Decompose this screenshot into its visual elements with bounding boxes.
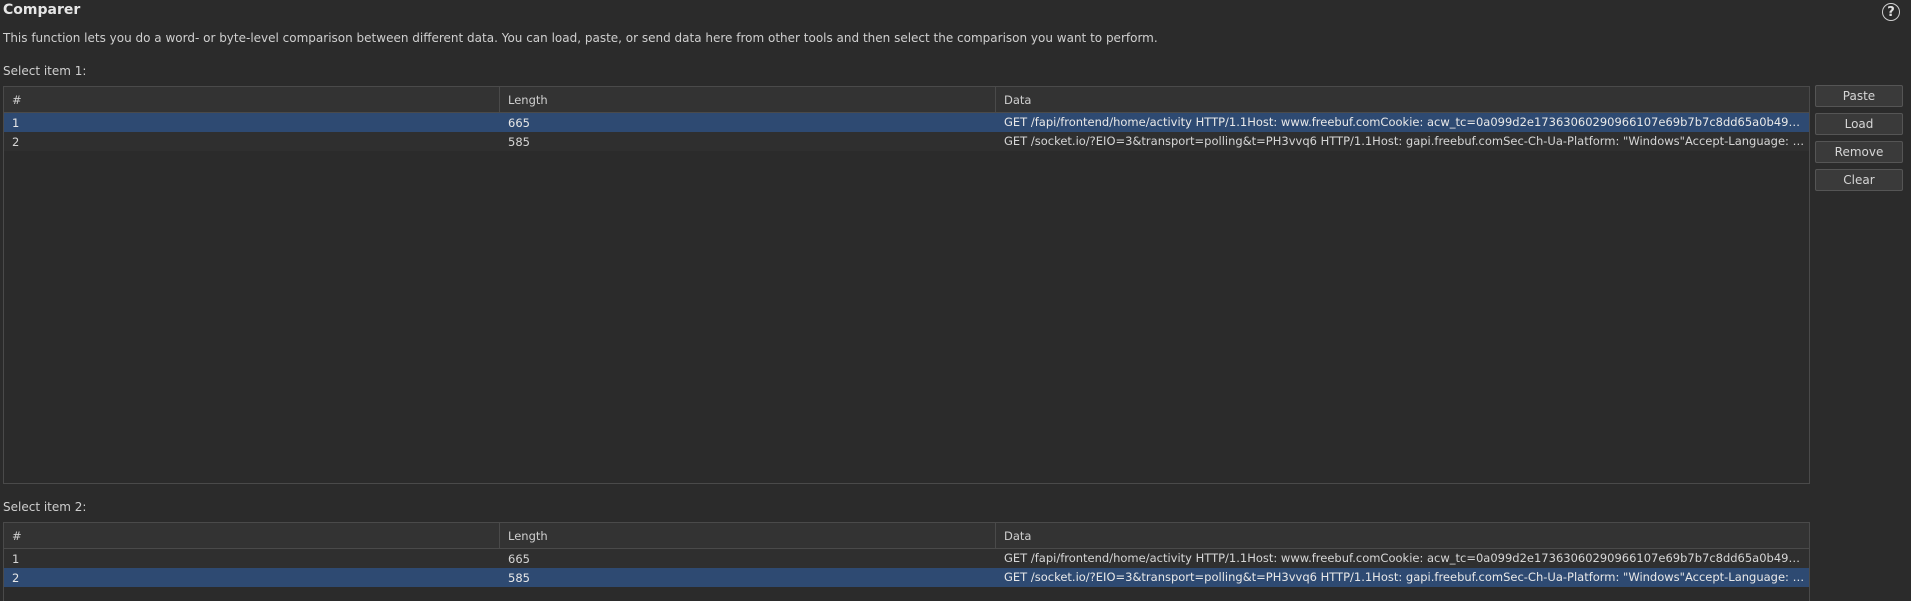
paste-button[interactable]: Paste [1815, 85, 1903, 107]
column-header-number[interactable]: # [4, 523, 500, 548]
table-row[interactable]: 1 665 GET /fapi/frontend/home/activity H… [4, 113, 1809, 132]
cell-number: 1 [12, 115, 20, 130]
column-header-length[interactable]: Length [500, 87, 996, 112]
cell-data: GET /socket.io/?EIO=3&transport=polling&… [1004, 134, 1809, 148]
table-row[interactable]: 1 665 GET /fapi/frontend/home/activity H… [4, 549, 1809, 568]
item2-label: Select item 2: [3, 500, 87, 514]
column-header-length[interactable]: Length [500, 523, 996, 548]
cell-length: 665 [508, 551, 530, 566]
cell-number: 2 [12, 134, 20, 149]
cell-data: GET /fapi/frontend/home/activity HTTP/1.… [1004, 115, 1809, 129]
table-row[interactable]: 2 585 GET /socket.io/?EIO=3&transport=po… [4, 568, 1809, 587]
column-header-number[interactable]: # [4, 87, 500, 112]
cell-number: 1 [12, 551, 20, 566]
cell-length: 585 [508, 134, 530, 149]
column-header-data[interactable]: Data [996, 87, 1809, 112]
load-button[interactable]: Load [1815, 113, 1903, 135]
description-text: This function lets you do a word- or byt… [3, 31, 1158, 45]
clear-button[interactable]: Clear [1815, 169, 1903, 191]
action-buttons: Paste Load Remove Clear [1815, 85, 1903, 197]
item1-table-header: # Length Data [4, 87, 1809, 113]
item1-label: Select item 1: [3, 64, 87, 78]
cell-data: GET /socket.io/?EIO=3&transport=polling&… [1004, 570, 1809, 584]
remove-button[interactable]: Remove [1815, 141, 1903, 163]
cell-data: GET /fapi/frontend/home/activity HTTP/1.… [1004, 551, 1809, 565]
item2-table: # Length Data 1 665 GET /fapi/frontend/h… [3, 522, 1810, 601]
cell-number: 2 [12, 570, 20, 585]
table-row[interactable]: 2 585 GET /socket.io/?EIO=3&transport=po… [4, 132, 1809, 151]
help-icon[interactable]: ? [1882, 3, 1900, 21]
item2-table-header: # Length Data [4, 523, 1809, 549]
column-header-data[interactable]: Data [996, 523, 1809, 548]
cell-length: 665 [508, 115, 530, 130]
cell-length: 585 [508, 570, 530, 585]
page-title: Comparer [3, 2, 81, 18]
item1-table: # Length Data 1 665 GET /fapi/frontend/h… [3, 86, 1810, 484]
